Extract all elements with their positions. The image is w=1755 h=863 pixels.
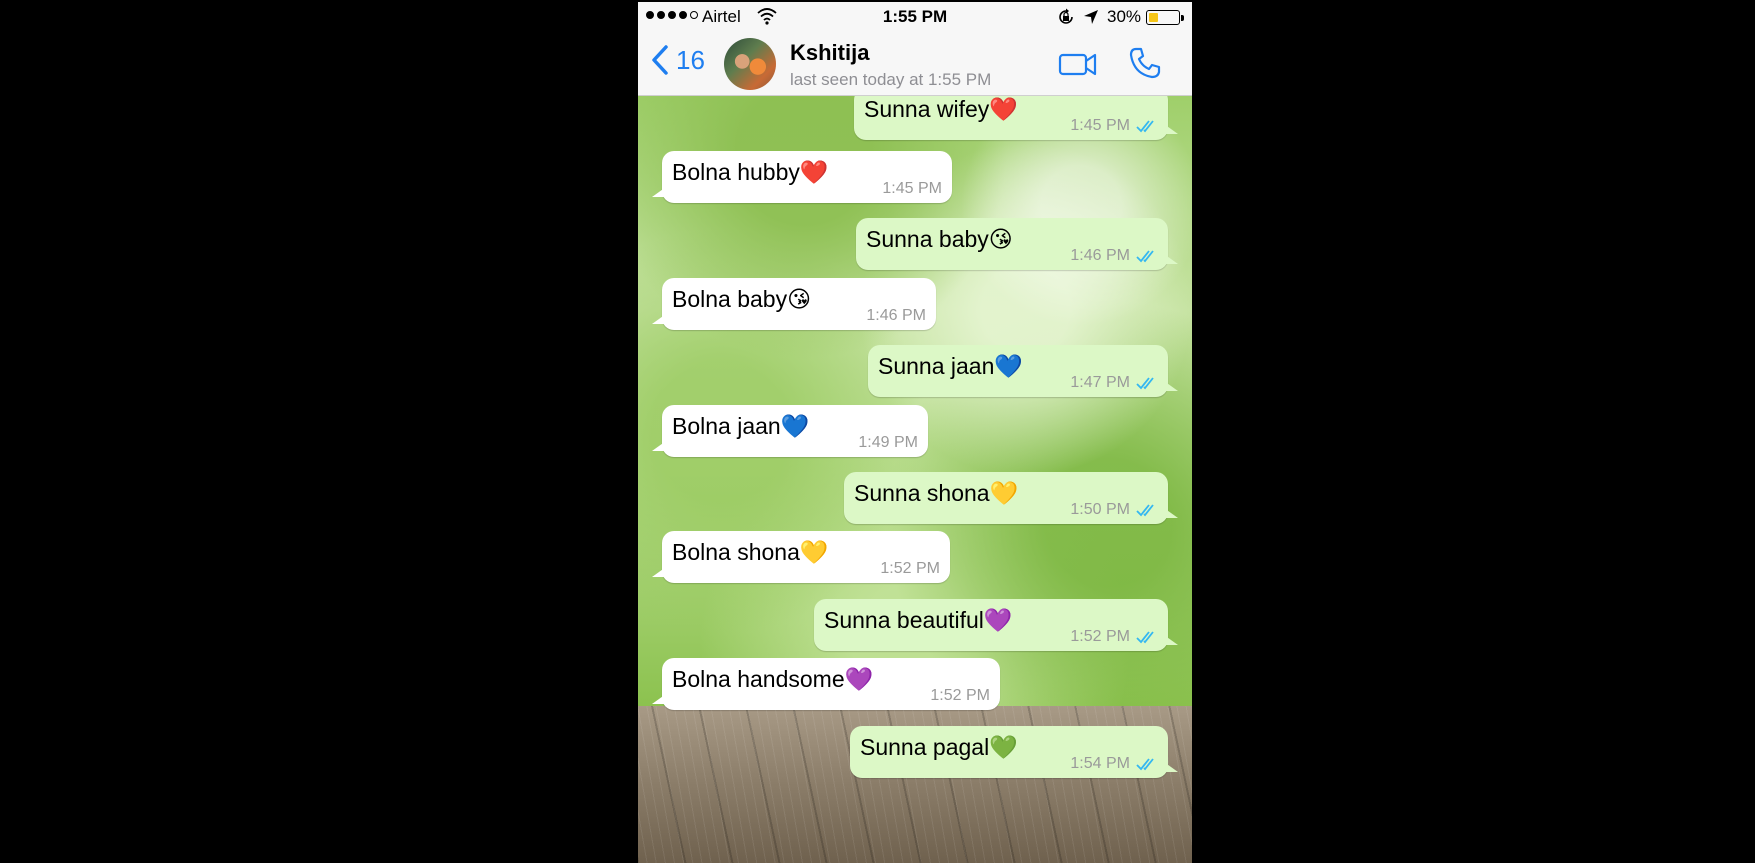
outgoing-message[interactable]: Sunna wifey❤️ 1:45 PM bbox=[854, 96, 1178, 140]
chat-header: 16 Kshitija last seen today at 1:55 PM bbox=[638, 32, 1192, 96]
message-time: 1:52 PM bbox=[930, 687, 990, 704]
status-bar: Airtel 1:55 PM 30% bbox=[638, 2, 1192, 32]
message-time: 1:52 PM bbox=[1070, 628, 1130, 645]
video-call-icon[interactable] bbox=[1058, 50, 1098, 78]
message-time: 1:50 PM bbox=[1070, 501, 1130, 518]
message-text: Bolna shona💛 bbox=[672, 539, 829, 565]
message-time: 1:46 PM bbox=[1070, 247, 1130, 264]
message-time: 1:45 PM bbox=[882, 180, 942, 197]
read-receipt-icon bbox=[1136, 250, 1154, 263]
message-meta: 1:47 PM bbox=[1070, 374, 1158, 392]
message-time: 1:52 PM bbox=[880, 560, 940, 577]
message-text: Sunna pagal💚 bbox=[860, 734, 1018, 760]
contact-avatar[interactable] bbox=[724, 38, 776, 90]
read-receipt-icon bbox=[1136, 631, 1154, 644]
message-meta: 1:52 PM bbox=[930, 687, 990, 705]
message-meta: 1:54 PM bbox=[1070, 755, 1158, 773]
message-text: Bolna baby😘 bbox=[672, 286, 812, 312]
message-meta: 1:45 PM bbox=[1070, 117, 1158, 135]
outgoing-message[interactable]: Sunna shona💛 1:50 PM bbox=[844, 472, 1178, 524]
incoming-message[interactable]: Bolna baby😘 1:46 PM bbox=[652, 278, 936, 330]
phone-screen: Airtel 1:55 PM 30% 16 Kshitija last seen… bbox=[638, 2, 1192, 863]
message-time: 1:49 PM bbox=[858, 434, 918, 451]
message-text: Sunna wifey❤️ bbox=[864, 96, 1018, 122]
read-receipt-icon bbox=[1136, 120, 1154, 133]
chevron-left-icon bbox=[652, 45, 668, 75]
message-text: Bolna handsome💜 bbox=[672, 666, 874, 692]
message-time: 1:45 PM bbox=[1070, 117, 1130, 134]
message-meta: 1:50 PM bbox=[1070, 501, 1158, 519]
message-time: 1:54 PM bbox=[1070, 755, 1130, 772]
message-list[interactable]: Sunna wifey❤️ 1:45 PM Bolna hubby❤️ 1:45 PM… bbox=[638, 96, 1192, 863]
read-receipt-icon bbox=[1136, 377, 1154, 390]
message-time: 1:47 PM bbox=[1070, 374, 1130, 391]
message-meta: 1:45 PM bbox=[882, 180, 942, 198]
battery-cap bbox=[1181, 15, 1184, 21]
message-time: 1:46 PM bbox=[866, 307, 926, 324]
battery-level-fill bbox=[1148, 12, 1158, 22]
back-button[interactable]: 16 bbox=[650, 44, 705, 76]
message-text: Sunna shona💛 bbox=[854, 480, 1019, 506]
rotation-lock-icon bbox=[1059, 8, 1073, 24]
message-text: Bolna jaan💙 bbox=[672, 413, 810, 439]
phone-call-icon[interactable] bbox=[1128, 46, 1162, 80]
contact-last-seen: last seen today at 1:55 PM bbox=[790, 70, 992, 89]
outgoing-message[interactable]: Sunna pagal💚 1:54 PM bbox=[850, 726, 1178, 778]
message-meta: 1:52 PM bbox=[1070, 628, 1158, 646]
message-text: Sunna baby😘 bbox=[866, 226, 1013, 252]
outgoing-message[interactable]: Sunna jaan💙 1:47 PM bbox=[868, 345, 1178, 397]
incoming-message[interactable]: Bolna handsome💜 1:52 PM bbox=[652, 658, 1000, 710]
message-meta: 1:46 PM bbox=[1070, 247, 1158, 265]
message-text: Bolna hubby❤️ bbox=[672, 159, 829, 185]
unread-count: 16 bbox=[676, 44, 705, 75]
incoming-message[interactable]: Bolna shona💛 1:52 PM bbox=[652, 531, 950, 583]
message-meta: 1:49 PM bbox=[858, 434, 918, 452]
message-meta: 1:52 PM bbox=[880, 560, 940, 578]
battery-percent: 30% bbox=[1107, 7, 1142, 26]
message-meta: 1:46 PM bbox=[866, 307, 926, 325]
outgoing-message[interactable]: Sunna baby😘 1:46 PM bbox=[856, 218, 1178, 270]
contact-name[interactable]: Kshitija bbox=[790, 40, 869, 66]
read-receipt-icon bbox=[1136, 504, 1154, 517]
battery-icon bbox=[1146, 10, 1180, 25]
incoming-message[interactable]: Bolna jaan💙 1:49 PM bbox=[652, 405, 928, 457]
message-text: Sunna jaan💙 bbox=[878, 353, 1024, 379]
incoming-message[interactable]: Bolna hubby❤️ 1:45 PM bbox=[652, 151, 952, 203]
message-text: Sunna beautiful💜 bbox=[824, 607, 1013, 633]
location-arrow-icon bbox=[1084, 10, 1098, 24]
outgoing-message[interactable]: Sunna beautiful💜 1:52 PM bbox=[814, 599, 1178, 651]
read-receipt-icon bbox=[1136, 758, 1154, 771]
